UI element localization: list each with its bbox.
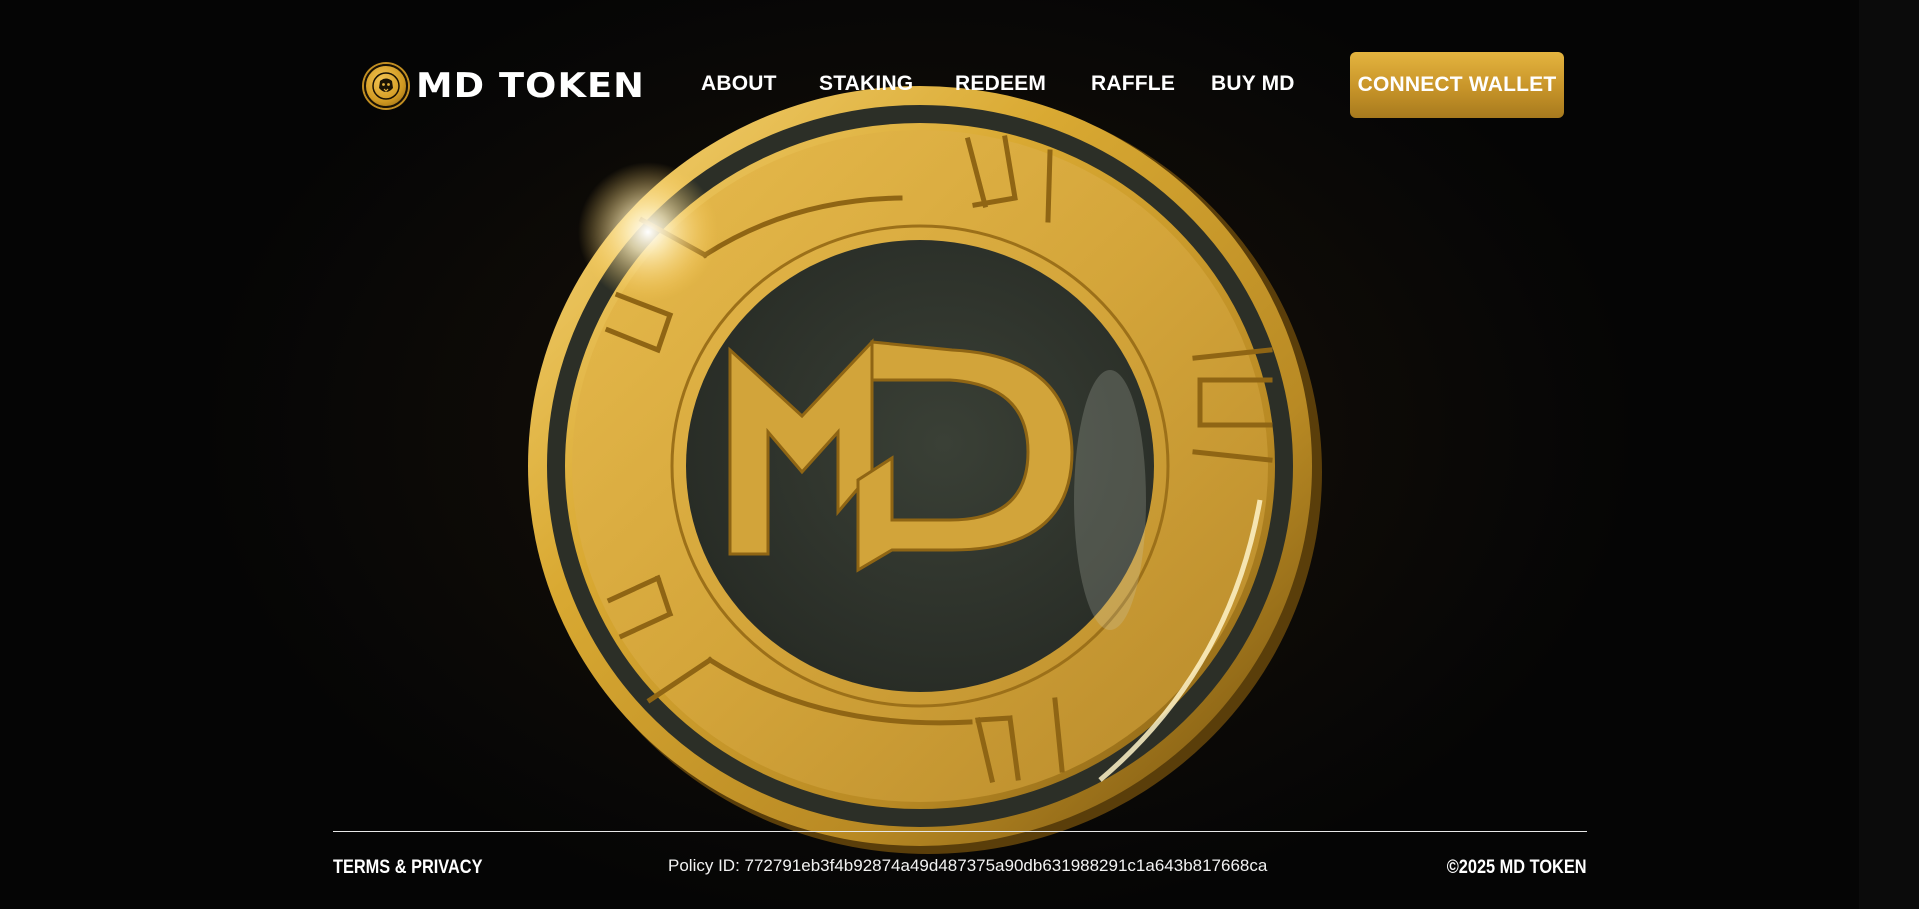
brand-logo-link[interactable]: MD TOKEN	[364, 63, 644, 109]
brand-name: MD TOKEN	[416, 66, 645, 106]
nav-item-raffle[interactable]: RAFFLE	[1091, 72, 1175, 96]
nav-item-staking[interactable]: STAKING	[819, 72, 913, 96]
terms-privacy-link[interactable]: TERMS & PRIVACY	[333, 857, 483, 879]
lion-coin-icon	[364, 64, 408, 108]
page-edge-strip	[1859, 0, 1919, 909]
copyright-text: ©2025 MD TOKEN	[1447, 857, 1587, 878]
footer-divider	[333, 831, 1587, 832]
md-coin-illustration	[500, 80, 1340, 870]
policy-id-text: Policy ID: 772791eb3f4b92874a49d487375a9…	[668, 856, 1268, 875]
connect-wallet-button[interactable]: CONNECT WALLET	[1350, 52, 1564, 118]
nav-item-about[interactable]: ABOUT	[701, 72, 777, 96]
site-header: MD TOKEN ABOUT STAKING REDEEM RAFFLE BUY…	[364, 52, 1564, 118]
nav-item-buy-md[interactable]: BUY MD	[1211, 72, 1295, 96]
nav-item-redeem[interactable]: REDEEM	[955, 72, 1046, 96]
